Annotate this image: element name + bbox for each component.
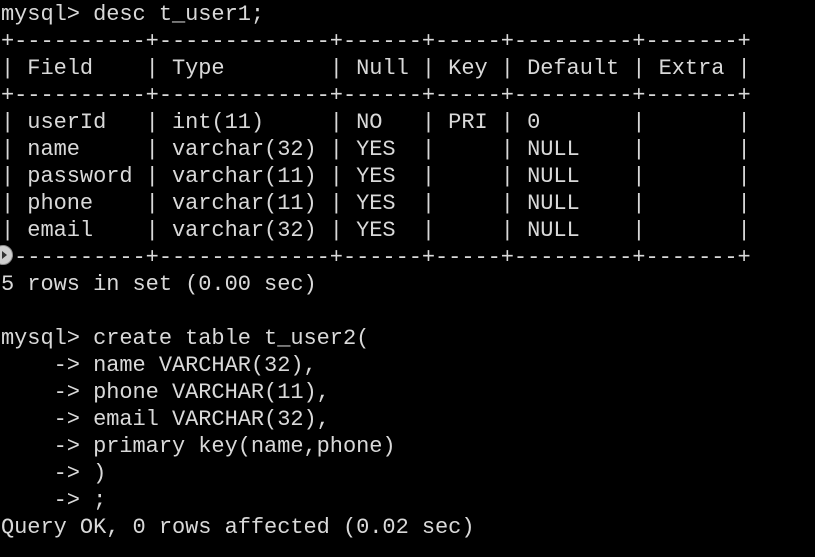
terminal-line-continuation: -> email VARCHAR(32), <box>1 407 330 432</box>
terminal-line-table-row: | name | varchar(32) | YES | | NULL | | <box>1 137 751 162</box>
terminal-line-table-header: | Field | Type | Null | Key | Default | … <box>1 56 751 81</box>
terminal-line-continuation: -> ; <box>1 488 107 513</box>
terminal-line-prompt-create: mysql> create table t_user2( <box>1 326 370 351</box>
terminal-line-table-border: +----------+-------------+------+-----+-… <box>1 245 751 270</box>
terminal-line-continuation: -> ) <box>1 461 107 486</box>
terminal-line-table-row: | userId | int(11) | NO | PRI | 0 | | <box>1 110 751 135</box>
terminal-line-continuation: -> phone VARCHAR(11), <box>1 380 330 405</box>
terminal-line-result: 5 rows in set (0.00 sec) <box>1 272 317 297</box>
terminal-line-continuation: -> name VARCHAR(32), <box>1 353 317 378</box>
terminal-line-table-row: | phone | varchar(11) | YES | | NULL | | <box>1 191 751 216</box>
terminal-line-table-row: | password | varchar(11) | YES | | NULL … <box>1 164 751 189</box>
terminal-line-continuation: -> primary key(name,phone) <box>1 434 396 459</box>
terminal-line-table-row: | email | varchar(32) | YES | | NULL | | <box>1 218 751 243</box>
terminal-line-query-ok: Query OK, 0 rows affected (0.02 sec) <box>1 515 475 540</box>
terminal-line-prompt-desc: mysql> desc t_user1; <box>1 2 265 27</box>
terminal-window[interactable]: mysql> desc t_user1; +----------+-------… <box>0 0 815 557</box>
terminal-line-table-border: +----------+-------------+------+-----+-… <box>1 29 751 54</box>
terminal-line-table-border: +----------+-------------+------+-----+-… <box>1 83 751 108</box>
